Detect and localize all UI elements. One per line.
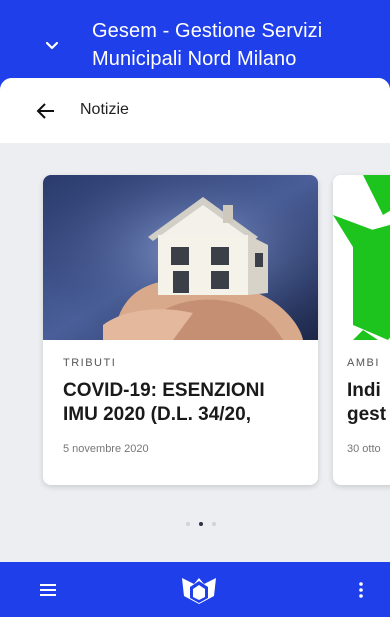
- card-headline-line1: COVID-19: ESENZIONI: [63, 380, 265, 401]
- card-headline-line1: Indi: [347, 380, 381, 401]
- pagination-dot[interactable]: [186, 522, 190, 526]
- page-title: Notizie: [80, 101, 129, 118]
- card-headline-line2: gest: [347, 404, 387, 425]
- card-category: AMBI: [347, 357, 380, 369]
- app-header: Gesem - Gestione Servizi Municipali Nord…: [0, 0, 390, 82]
- organization-title-line1: Gesem - Gestione Servizi: [92, 20, 323, 42]
- more-vertical-icon[interactable]: [358, 582, 364, 598]
- organization-title-line2: Municipali Nord Milano: [92, 48, 297, 70]
- organization-title: Gesem - Gestione Servizi Municipali Nord…: [92, 17, 382, 73]
- card-date: 5 novembre 2020: [63, 443, 149, 455]
- card-headline: COVID-19: ESENZIONI IMU 2020 (D.L. 34/20…: [63, 379, 306, 427]
- pagination-dots: [186, 522, 216, 526]
- hamburger-menu-icon[interactable]: [40, 584, 56, 596]
- bottom-navigation-bar: [0, 562, 390, 617]
- arrow-left-icon[interactable]: [36, 102, 56, 120]
- card-category: TRIBUTI: [63, 357, 117, 369]
- recycle-symbol-image: [333, 175, 390, 340]
- news-card[interactable]: TRIBUTI COVID-19: ESENZIONI IMU 2020 (D.…: [43, 175, 318, 485]
- chevron-down-icon[interactable]: [44, 40, 60, 52]
- pagination-dot-active[interactable]: [199, 522, 203, 526]
- content-sheet: Notizie TRIBUTI COVID-19: ESENZIONI IMU …: [0, 78, 390, 562]
- gesem-logo-icon[interactable]: [180, 574, 218, 604]
- card-date: 30 otto: [347, 443, 381, 455]
- card-headline: Indi gest: [347, 379, 390, 427]
- pagination-dot[interactable]: [212, 522, 216, 526]
- news-card[interactable]: AMBI Indi gest 30 otto: [333, 175, 390, 485]
- house-in-hand-image: [43, 175, 318, 340]
- card-headline-line2: IMU 2020 (D.L. 34/20,: [63, 404, 251, 425]
- news-toolbar: Notizie: [0, 78, 390, 143]
